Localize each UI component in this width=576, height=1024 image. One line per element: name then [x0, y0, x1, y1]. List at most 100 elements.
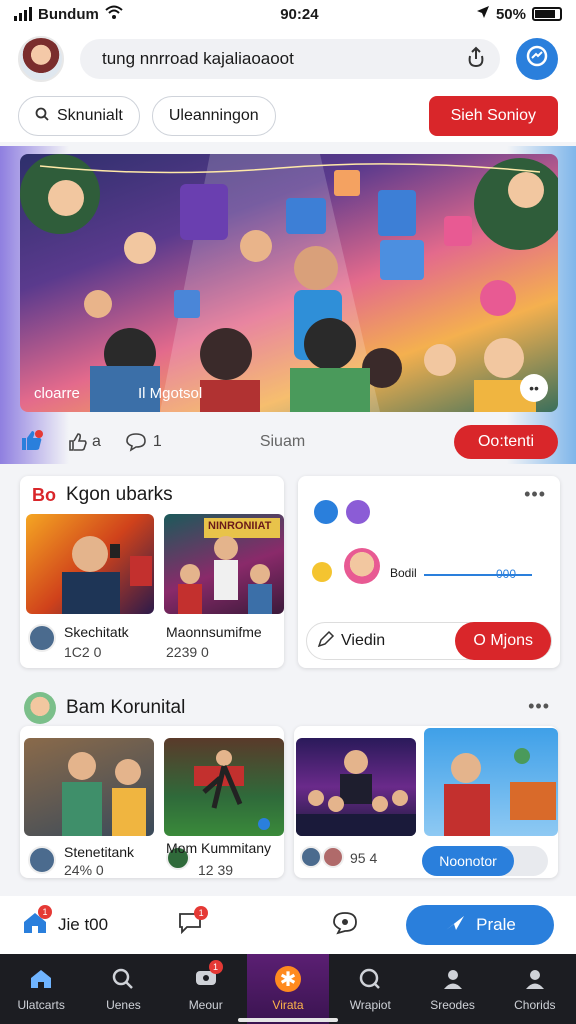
presenter-illustration	[444, 748, 556, 836]
channel-avatar[interactable]	[28, 624, 56, 652]
tab-search[interactable]: Uenes	[82, 954, 164, 1024]
post-label: Prale	[476, 915, 516, 934]
tab-label: Virata	[272, 998, 304, 1012]
share-label[interactable]: Siuam	[260, 433, 305, 451]
community-action[interactable]	[332, 911, 358, 940]
notification-badge: 1	[194, 905, 209, 920]
comment-button[interactable]: 1	[125, 432, 162, 452]
more-dots-icon[interactable]: •••	[528, 696, 550, 717]
chip-label: Sknunialt	[57, 107, 123, 124]
search-icon	[357, 966, 383, 992]
video-title[interactable]: Mom Kummitany	[166, 840, 271, 856]
notification-toggle[interactable]: Noonotor	[422, 846, 548, 876]
search-bar[interactable]: tung nnrroad kajaliaoaoot	[80, 39, 500, 79]
tab-home[interactable]: Ulatcarts	[0, 954, 82, 1024]
section-title: Bo Kgon ubarks	[32, 484, 173, 506]
home-icon	[28, 966, 54, 992]
bottom-tab-bar: Ulatcarts Uenes 1 Meour ✱ Virata Wrapiot…	[0, 954, 576, 1024]
video-call-row[interactable]: Viedin O Mjons	[306, 622, 552, 660]
status-bar: Bundum 90:24 50%	[0, 0, 576, 28]
speaker-avatar[interactable]	[344, 548, 380, 584]
concert-illustration	[296, 750, 416, 836]
join-button[interactable]: O Mjons	[455, 622, 551, 660]
pen-icon	[317, 630, 335, 653]
channel-avatar[interactable]	[322, 846, 344, 868]
react-button[interactable]: a	[68, 432, 101, 452]
channel-avatar[interactable]	[300, 846, 322, 868]
video-meta: 2239 0	[166, 644, 209, 660]
more-dots-icon[interactable]: •••	[524, 484, 546, 505]
home-indicator	[238, 1018, 338, 1022]
send-icon	[444, 914, 466, 937]
like-button[interactable]	[20, 429, 44, 456]
person-icon	[440, 966, 466, 992]
hero-image[interactable]: cloarre Il Mgotsol ••	[20, 154, 558, 412]
dancer-illustration	[194, 750, 270, 830]
search-icon	[110, 966, 136, 992]
chip-learning[interactable]: Uleanningon	[151, 96, 276, 136]
tab-channels[interactable]: Chorids	[494, 954, 576, 1024]
battery-icon	[531, 7, 562, 21]
primary-action-button[interactable]: Sieh Sonioy	[428, 96, 558, 136]
follow-button[interactable]: Oo:tenti	[453, 425, 558, 459]
chip-search[interactable]: Sknunialt	[18, 96, 140, 136]
profile-avatar[interactable]	[18, 36, 64, 82]
video-thumbnail[interactable]	[296, 738, 416, 836]
tab-label: Meour	[188, 998, 223, 1012]
tab-label: Chorids	[514, 998, 556, 1012]
notification-badge: 1	[208, 960, 223, 974]
community-avatar[interactable]	[24, 692, 56, 724]
video-thumbnail[interactable]	[424, 728, 558, 836]
post-actions: a 1 Siuam Oo:tenti	[20, 422, 558, 462]
couple-illustration	[62, 752, 146, 836]
hero-section: cloarre Il Mgotsol •• a 1 Siuam Oo:tenti	[0, 146, 576, 464]
section-title: Bam Korunital	[24, 692, 185, 724]
home-action[interactable]: 1 Jie t00	[22, 904, 108, 940]
channel-avatar[interactable]	[28, 846, 56, 874]
section-card-2: ••• Bodil 000 Viedin O Mjons	[298, 476, 560, 668]
hero-illustration	[20, 154, 558, 412]
notification-badge: 1	[38, 904, 52, 919]
video-label: Viedin	[341, 632, 386, 649]
tab-label: Uenes	[106, 998, 141, 1012]
search-text: tung nnrroad kajaliaoaoot	[102, 49, 294, 68]
chip-label: Uleanningon	[168, 107, 259, 124]
top-header: tung nnrroad kajaliaoaoot	[0, 28, 576, 90]
section-title-text: Kgon ubarks	[66, 484, 173, 505]
video-meta: 95 4	[350, 850, 378, 866]
community-card-right: 95 4 Noonotor	[294, 726, 558, 878]
carrier-label: Bundum	[38, 5, 99, 23]
video-title[interactable]: Maonnsumifme	[166, 624, 262, 640]
video-thumbnail[interactable]	[24, 738, 154, 836]
tab-virata[interactable]: ✱ Virata	[246, 954, 330, 1024]
thumbs-up-icon	[22, 429, 43, 450]
video-thumbnail[interactable]	[164, 738, 284, 836]
thumbnail-sign-text: NINRONIIAT	[208, 520, 272, 532]
share-icon[interactable]	[466, 46, 486, 73]
post-button[interactable]: Prale	[406, 905, 554, 945]
video-thumbnail[interactable]	[26, 514, 154, 614]
tab-label: Wrapiot	[349, 998, 391, 1012]
video-title[interactable]: Skechitatk	[64, 624, 129, 640]
video-meta: 24% 0	[64, 862, 104, 878]
video-title[interactable]: Stenetitank	[64, 844, 134, 860]
video-thumbnail[interactable]: NINRONIIAT	[164, 514, 284, 614]
battery-percent: 50%	[495, 5, 526, 23]
toggle-label: Noonotor	[422, 846, 514, 876]
messenger-icon	[525, 44, 549, 74]
messages-action[interactable]: 1	[178, 905, 209, 939]
yellow-dot-icon	[312, 562, 332, 582]
like-count: a	[92, 433, 101, 450]
more-options-button[interactable]: ••	[520, 374, 548, 402]
audio-label: Bodil	[390, 566, 417, 580]
audio-time: 000	[496, 567, 517, 581]
tab-profiles[interactable]: Sreodes	[411, 954, 493, 1024]
tab-explore[interactable]: Wrapiot	[329, 954, 411, 1024]
clock: 90:24	[280, 5, 319, 23]
messenger-button[interactable]	[516, 38, 558, 80]
thumb-outline-icon	[69, 433, 87, 451]
section-card-1: Bo Kgon ubarks NINRONIIAT Skechitatk 1C2…	[20, 476, 284, 668]
tab-messages[interactable]: 1 Meour	[165, 954, 247, 1024]
comment-icon	[126, 433, 146, 452]
hero-caption: cloarre	[34, 385, 80, 402]
